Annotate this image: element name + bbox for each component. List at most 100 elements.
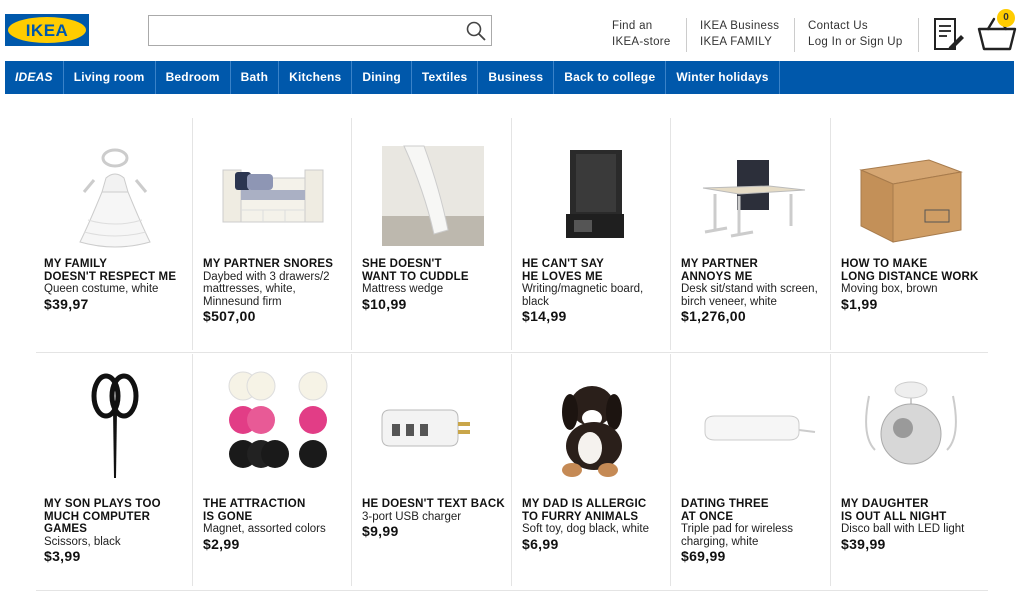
product-description: Soft toy, dog black, white	[522, 523, 649, 535]
product-description: 3-port USB charger	[362, 510, 462, 523]
product-title[interactable]: MY DAD IS ALLERGIC TO FURRY ANIMALS	[522, 498, 678, 523]
contact-us-link[interactable]: Contact Us	[808, 18, 903, 34]
product-description: Writing/magnetic board, black	[522, 283, 644, 308]
product-card[interactable]: MY PARTNER SNORES Daybed with 3 drawers/2…	[195, 118, 353, 350]
product-title[interactable]: MY PARTNER SNORES	[203, 258, 359, 271]
product-price: $507,00	[203, 308, 256, 324]
nav-item-winter-holidays[interactable]: Winter holidays	[666, 61, 780, 94]
product-card[interactable]: MY PARTNER ANNOYS ME Desk sit/stand with …	[673, 118, 831, 350]
product-title[interactable]: MY DAUGHTER IS OUT ALL NIGHT	[841, 498, 997, 523]
product-description: Magnet, assorted colors	[203, 523, 326, 535]
site-header: IKEA Find an IKEA-store IKEA Business IK…	[0, 0, 1024, 60]
find-store-line1[interactable]: Find an	[612, 18, 671, 34]
product-description: Scissors, black	[44, 535, 121, 548]
product-card[interactable]: THE ATTRACTION IS GONE Magnet, assorted c…	[195, 356, 353, 588]
product-card[interactable]: MY FAMILY DOESN'T RESPECT ME Queen costum…	[36, 118, 194, 350]
header-divider	[686, 18, 687, 52]
product-info: MY DAUGHTER IS OUT ALL NIGHT Disco ball w…	[841, 498, 997, 552]
nav-item-bedroom[interactable]: Bedroom	[156, 61, 231, 94]
nav-item-ideas[interactable]: IDEAS	[5, 61, 64, 94]
nav-item-living-room[interactable]: Living room	[64, 61, 156, 94]
product-info: HE CAN'T SAY HE LOVES ME Writing/magnetic…	[522, 258, 678, 324]
product-info: HOW TO MAKE LONG DISTANCE WORK Moving box…	[841, 258, 997, 312]
product-price: $6,99	[522, 535, 559, 552]
product-title[interactable]: HE CAN'T SAY HE LOVES ME	[522, 258, 678, 283]
product-price: $69,99	[681, 548, 726, 564]
search-icon[interactable]	[465, 20, 487, 42]
product-price: $14,99	[522, 308, 567, 324]
mattress-wedge-icon[interactable]	[354, 130, 512, 250]
product-price: $1,276,00	[681, 308, 746, 324]
scissors-icon[interactable]	[36, 366, 194, 486]
product-title[interactable]: HE DOESN'T TEXT BACK	[362, 498, 518, 511]
product-price: $1,99	[841, 295, 878, 312]
nav-item-back-to-college[interactable]: Back to college	[554, 61, 667, 94]
queen-costume-icon[interactable]	[36, 130, 194, 250]
contact-login-links: Contact Us Log In or Sign Up	[808, 18, 903, 50]
magnetic-board-icon[interactable]	[514, 130, 672, 250]
product-description: Desk sit/stand with screen, birch veneer…	[681, 283, 818, 308]
product-description: Queen costume, white	[44, 283, 159, 295]
business-family-links: IKEA Business IKEA FAMILY	[700, 18, 779, 50]
product-title[interactable]: MY FAMILY DOESN'T RESPECT ME	[44, 258, 200, 283]
category-nav: IDEAS Living room Bedroom Bath Kitchens Dinin…	[5, 61, 1014, 94]
product-card[interactable]: DATING THREE AT ONCE Triple pad for wirel…	[673, 356, 831, 588]
product-info: MY FAMILY DOESN'T RESPECT ME Queen costum…	[44, 258, 200, 312]
product-card[interactable]: HE DOESN'T TEXT BACK 3-port USB charger $9…	[354, 356, 512, 588]
header-divider	[794, 18, 795, 52]
nav-item-dining[interactable]: Dining	[352, 61, 412, 94]
product-description: Moving box, brown	[841, 283, 938, 295]
ikea-business-link[interactable]: IKEA Business	[700, 18, 779, 34]
daybed-icon[interactable]	[195, 130, 353, 250]
product-title[interactable]: THE ATTRACTION IS GONE	[203, 498, 359, 523]
product-price: $39,97	[44, 295, 89, 312]
product-title[interactable]: HOW TO MAKE LONG DISTANCE WORK	[841, 258, 997, 283]
find-store-line2[interactable]: IKEA-store	[612, 34, 671, 50]
search-box	[148, 15, 492, 46]
product-card[interactable]: SHE DOESN'T WANT TO CUDDLE Mattress wedge…	[354, 118, 512, 350]
wireless-pad-icon[interactable]	[673, 366, 831, 486]
ikea-logo[interactable]: IKEA	[5, 14, 89, 46]
desk-icon[interactable]	[673, 130, 831, 250]
product-info: MY PARTNER ANNOYS ME Desk sit/stand with …	[681, 258, 837, 324]
product-info: THE ATTRACTION IS GONE Magnet, assorted c…	[203, 498, 359, 552]
nav-item-business[interactable]: Business	[478, 61, 555, 94]
search-input[interactable]	[153, 19, 453, 42]
product-title[interactable]: MY SON PLAYS TOO MUCH COMPUTER GAMES	[44, 498, 200, 536]
product-description: Mattress wedge	[362, 283, 444, 295]
product-card[interactable]: HOW TO MAKE LONG DISTANCE WORK Moving box…	[833, 118, 991, 350]
product-card[interactable]: MY SON PLAYS TOO MUCH COMPUTER GAMES Scis…	[36, 356, 194, 588]
product-price: $39,99	[841, 535, 886, 552]
usb-charger-icon[interactable]	[354, 366, 512, 486]
product-price: $10,99	[362, 295, 407, 312]
magnets-icon[interactable]	[195, 366, 353, 486]
svg-text:IKEA: IKEA	[26, 21, 69, 40]
product-price: $9,99	[362, 523, 399, 539]
product-info: SHE DOESN'T WANT TO CUDDLE Mattress wedge…	[362, 258, 518, 312]
grid-divider	[36, 590, 988, 591]
nav-item-kitchens[interactable]: Kitchens	[279, 61, 353, 94]
product-card[interactable]: HE CAN'T SAY HE LOVES ME Writing/magnetic…	[514, 118, 672, 350]
product-title[interactable]: DATING THREE AT ONCE	[681, 498, 837, 523]
soft-toy-dog-icon[interactable]	[514, 366, 672, 486]
grid-divider	[36, 352, 988, 353]
nav-item-textiles[interactable]: Textiles	[412, 61, 479, 94]
shopping-list-icon[interactable]	[931, 17, 965, 51]
basket-count-badge: 0	[997, 9, 1015, 27]
login-signup-link[interactable]: Log In or Sign Up	[808, 34, 903, 50]
product-description: Disco ball with LED light	[841, 523, 965, 535]
ikea-family-link[interactable]: IKEA FAMILY	[700, 34, 779, 50]
product-card[interactable]: MY DAD IS ALLERGIC TO FURRY ANIMALS Soft …	[514, 356, 672, 588]
product-info: HE DOESN'T TEXT BACK 3-port USB charger $9…	[362, 498, 518, 539]
nav-item-bath[interactable]: Bath	[231, 61, 280, 94]
disco-ball-icon[interactable]	[833, 366, 991, 486]
moving-box-icon[interactable]	[833, 130, 991, 250]
product-card[interactable]: MY DAUGHTER IS OUT ALL NIGHT Disco ball w…	[833, 356, 991, 588]
product-title[interactable]: MY PARTNER ANNOYS ME	[681, 258, 837, 283]
find-store-link[interactable]: Find an IKEA-store	[612, 18, 671, 50]
product-title[interactable]: SHE DOESN'T WANT TO CUDDLE	[362, 258, 518, 283]
product-info: MY PARTNER SNORES Daybed with 3 drawers/2…	[203, 258, 359, 324]
product-price: $3,99	[44, 548, 81, 564]
product-description: Triple pad for wireless charging, white	[681, 523, 794, 548]
header-divider	[918, 18, 919, 52]
